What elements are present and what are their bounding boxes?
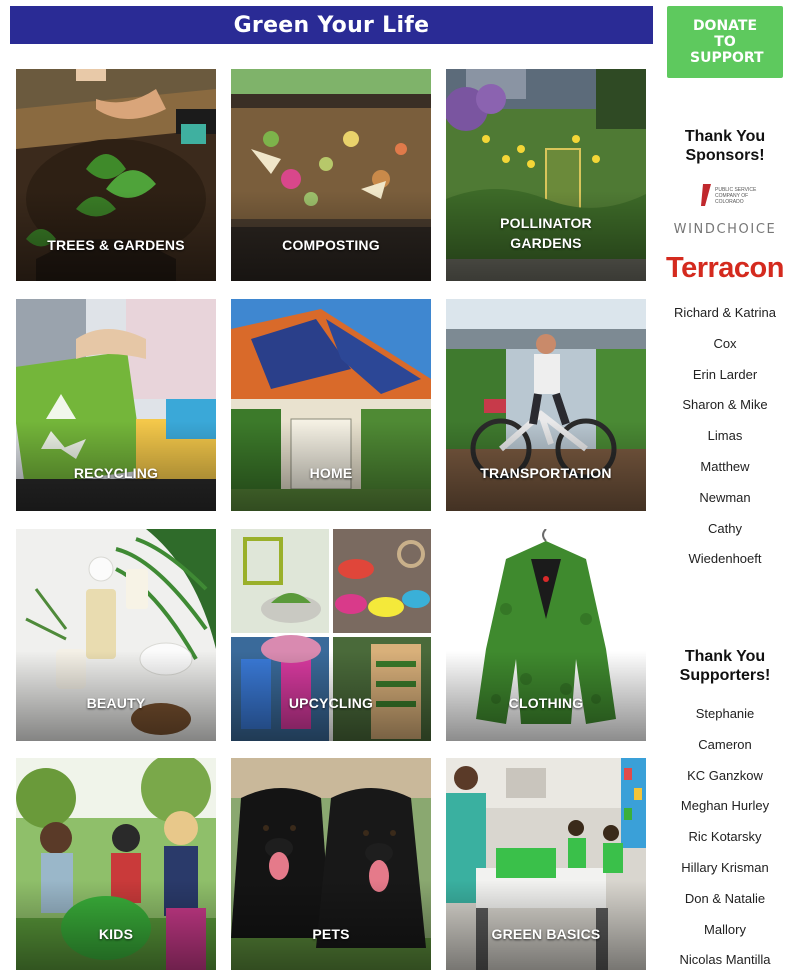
donate-button[interactable]: DONATE TO SUPPORT (667, 6, 783, 78)
supporter-name: Hillary Krisman (681, 859, 769, 875)
tile-green-basics[interactable]: GREEN BASICS (446, 758, 646, 970)
supporter-name: Don & Natalie (684, 890, 766, 906)
sponsors-list: Richard & Katrina Cox Erin Larder Sharon… (664, 298, 786, 575)
tile-label: KIDS (98, 926, 134, 942)
tile-trees-gardens[interactable]: TREES & GARDENS (16, 69, 216, 281)
tile-label: PETS (312, 926, 350, 942)
sponsor-name: Sharon & Mike (682, 397, 768, 413)
tile-beauty[interactable]: BEAUTY (16, 529, 216, 741)
tile-label: POLLINATOR GARDENS (500, 215, 592, 251)
tile-recycling[interactable]: RECYCLING (16, 299, 216, 511)
supporter-name: Ric Kotarsky (688, 829, 762, 845)
tile-clothing[interactable]: CLOTHING (446, 529, 646, 741)
tile-label: RECYCLING (73, 465, 159, 481)
public-service-logo-image: PUBLIC SERVICE COMPANY OF COLORADO (701, 184, 757, 206)
tile-home[interactable]: HOME (231, 299, 431, 511)
sponsors-heading: Thank You Sponsors! (684, 128, 766, 164)
tile-composting[interactable]: COMPOSTING (231, 69, 431, 281)
tile-label: COMPOSTING (282, 237, 380, 253)
supporter-name: KC Ganzkow (687, 767, 763, 783)
sponsor-name: Wiedenhoeft (688, 551, 762, 567)
supporter-name: Cameron (698, 736, 752, 752)
sponsor-name: Limas (707, 428, 743, 444)
windchoice-logo[interactable]: WINDCHOICE (664, 222, 786, 237)
public-service-logo[interactable]: PUBLIC SERVICE COMPANY OF COLORADO (697, 180, 763, 210)
supporter-name: Mallory (704, 921, 746, 937)
sponsor-name: Richard & Katrina (674, 305, 776, 320)
supporters-list: Stephanie Cameron KC Ganzkow Meghan Hurl… (664, 699, 786, 976)
sponsor-name: Cox (713, 335, 737, 351)
tile-label: BEAUTY (86, 695, 146, 711)
tile-label: HOME (309, 465, 353, 481)
sponsor-name: Matthew (700, 458, 750, 474)
tile-upcycling[interactable]: UPCYCLING (231, 529, 431, 741)
sponsor-name: Cathy (708, 520, 742, 536)
tile-label: CLOTHING (508, 695, 584, 711)
tile-label: TRANSPORTATION (480, 465, 612, 481)
page-title-banner: Green Your Life (10, 6, 653, 44)
donate-button-label: DONATE TO SUPPORT (690, 18, 764, 66)
tile-label: TREES & GARDENS (47, 237, 185, 253)
sponsor-name: Newman (699, 489, 751, 505)
tile-pets[interactable]: PETS (231, 758, 431, 970)
supporter-name: Meghan Hurley (680, 798, 770, 814)
svg-text:COLORADO: COLORADO (715, 199, 744, 205)
tile-label: UPCYCLING (288, 695, 374, 711)
supporters-heading: Thank You Supporters! (679, 648, 771, 684)
tile-pollinator-gardens[interactable]: POLLINATOR GARDENS (446, 69, 646, 281)
tile-transportation[interactable]: TRANSPORTATION (446, 299, 646, 511)
sponsor-name: Erin Larder (692, 366, 758, 382)
tile-label: GREEN BASICS (491, 926, 601, 942)
terracon-logo[interactable]: Terracon (664, 252, 786, 285)
supporter-name: Nicolas Mantilla (679, 952, 771, 968)
supporter-name: Stephanie (695, 706, 755, 721)
tile-kids[interactable]: KIDS (16, 758, 216, 970)
page-title: Green Your Life (233, 12, 430, 38)
